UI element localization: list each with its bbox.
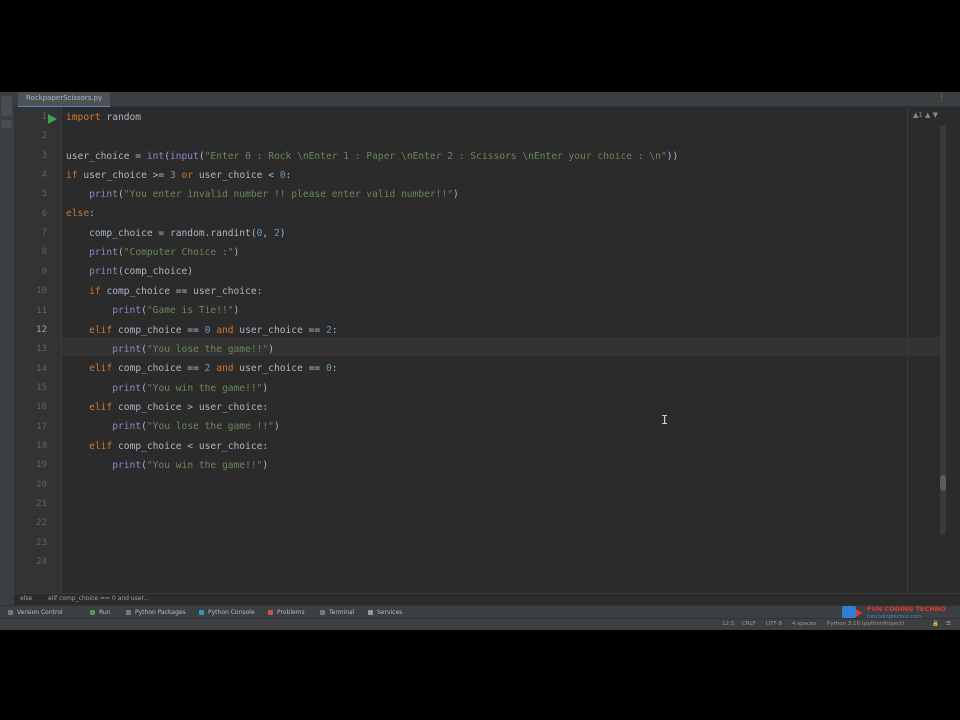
toolwindow-label: Terminal <box>329 609 355 616</box>
toolwindow-icon <box>368 610 373 615</box>
code-line-11: print("Game is Tie!!") <box>112 305 240 316</box>
line-number: 10 <box>36 286 47 297</box>
code-line-18: elif comp_choice < user_choice: <box>89 441 269 452</box>
line-gutter: 1 2 3 4 5 6 7 8 9 10 11 12 13 14 15 16 17 18 19 20 21 22 23 24 <box>14 107 62 593</box>
toolwindow-label: Python Console <box>208 609 255 616</box>
line-number: 20 <box>36 479 47 490</box>
line-number: 15 <box>36 382 47 393</box>
line-number: 9 <box>41 266 47 277</box>
camera-lens-icon <box>856 609 862 617</box>
right-margin-guide <box>907 107 908 593</box>
line-number: 23 <box>36 537 47 548</box>
line-number: 21 <box>36 499 47 509</box>
line-number: 5 <box>41 189 47 200</box>
line-separator[interactable]: CRLF <box>742 619 756 630</box>
toolwindow-bar: Version Control Run Python Packages Python … <box>0 605 960 619</box>
line-number: 13 <box>36 344 47 355</box>
toolwindow-icon <box>320 610 325 615</box>
line-number: 2 <box>41 131 47 142</box>
toolwindow-label: Services <box>377 609 403 616</box>
code-line-3: user_choice = int(input("Enter 0 : Rock … <box>66 151 679 162</box>
indent-setting[interactable]: 4 spaces <box>792 619 816 630</box>
line-number: 14 <box>36 363 47 374</box>
code-line-5: print("You enter invalid number !! pleas… <box>89 189 459 200</box>
line-number: 24 <box>36 557 47 568</box>
code-line-9: print(comp_choice) <box>89 266 194 277</box>
code-line-15: print("You win the game!!") <box>112 383 269 394</box>
line-number: 22 <box>36 518 47 529</box>
status-bar: 12:5 CRLF UTF-8 4 spaces Python 3.10 (py… <box>0 618 960 630</box>
breadcrumb: else elif comp_choice == 0 and user... <box>14 593 960 605</box>
file-encoding[interactable]: UTF-8 <box>766 619 782 630</box>
code-line-17: print("You lose the game !!") <box>112 421 280 432</box>
camera-icon <box>842 606 856 618</box>
line-number: 12 <box>36 324 47 335</box>
scrollbar-thumb[interactable] <box>940 475 946 491</box>
line-number: 16 <box>36 402 47 413</box>
toolwindow-icon <box>126 610 131 615</box>
run-icon[interactable] <box>48 114 57 124</box>
line-number: 17 <box>36 421 47 432</box>
code-line-16: elif comp_choice > user_choice: <box>89 402 269 413</box>
warnings-indicator[interactable]: ▲1 ▲ ▼ <box>913 111 938 119</box>
line-number: 1 <box>41 112 47 122</box>
caret-position[interactable]: 12:5 <box>722 619 734 630</box>
toolwindow-icon <box>90 610 95 615</box>
breadcrumb-path[interactable]: elif comp_choice == 0 and user... <box>48 594 149 604</box>
mouse-text-cursor: I <box>661 413 669 427</box>
editor-tabbar: RockpaperScissors.py ⋮ <box>14 92 960 108</box>
line-number: 18 <box>36 440 47 451</box>
code-line-1: import random <box>66 112 142 123</box>
code-line-4: if user_choice >= 3 or user_choice < 0: <box>66 170 292 181</box>
more-icon[interactable]: ⋮ <box>937 92 946 105</box>
code-line-13: print("You lose the game!!") <box>112 344 274 355</box>
code-editor[interactable]: 1 2 3 4 5 6 7 8 9 10 11 12 13 14 15 16 17 18 19 20 21 22 23 24 … <box>14 107 960 593</box>
line-number: 3 <box>41 150 47 161</box>
file-tab[interactable]: RockpaperScissors.py <box>18 92 111 108</box>
code-line-19: print("You win the game!!") <box>112 460 269 471</box>
logo-name: FUN CODING TECHNO <box>867 605 946 613</box>
line-number: 7 <box>41 228 47 239</box>
code-line-6: else: <box>66 208 95 219</box>
toolwindow-label: Problems <box>277 609 305 616</box>
line-number: 8 <box>41 247 47 258</box>
line-number: 19 <box>36 460 47 471</box>
line-number: 6 <box>41 208 47 219</box>
code-line-14: elif comp_choice == 2 and user_choice ==… <box>89 363 338 374</box>
code-line-8: print("Computer Choice :") <box>89 247 240 258</box>
toolwindow-icon <box>268 610 273 615</box>
toolwindow-icon <box>8 610 13 615</box>
structure-tab[interactable] <box>1 120 12 128</box>
project-tool-strip <box>0 92 15 612</box>
ide-window: RockpaperScissors.py ⋮ 1 2 3 4 5 6 7 8 9 10 11 12 13… <box>0 92 960 630</box>
code-line-10: if comp_choice == user_choice: <box>89 286 263 297</box>
toolwindow-label: Python Packages <box>135 609 186 616</box>
toolwindow-label: Version Control <box>17 609 63 616</box>
toolwindow-icon <box>199 610 204 615</box>
toolwindow-label: Run <box>99 609 111 616</box>
vertical-scrollbar[interactable] <box>940 125 946 535</box>
line-number: 11 <box>36 305 47 316</box>
code-line-7: comp_choice = random.randint(0, 2) <box>66 228 286 239</box>
logo-tagline: funcodingtechno.com <box>867 614 922 620</box>
code-line-12: elif comp_choice == 0 and user_choice ==… <box>89 325 338 336</box>
line-number: 4 <box>41 170 47 181</box>
breadcrumb-scope[interactable]: else <box>20 594 32 604</box>
project-tab[interactable] <box>1 96 12 116</box>
channel-logo: FUN CODING TECHNO funcodingtechno.com <box>842 604 957 626</box>
